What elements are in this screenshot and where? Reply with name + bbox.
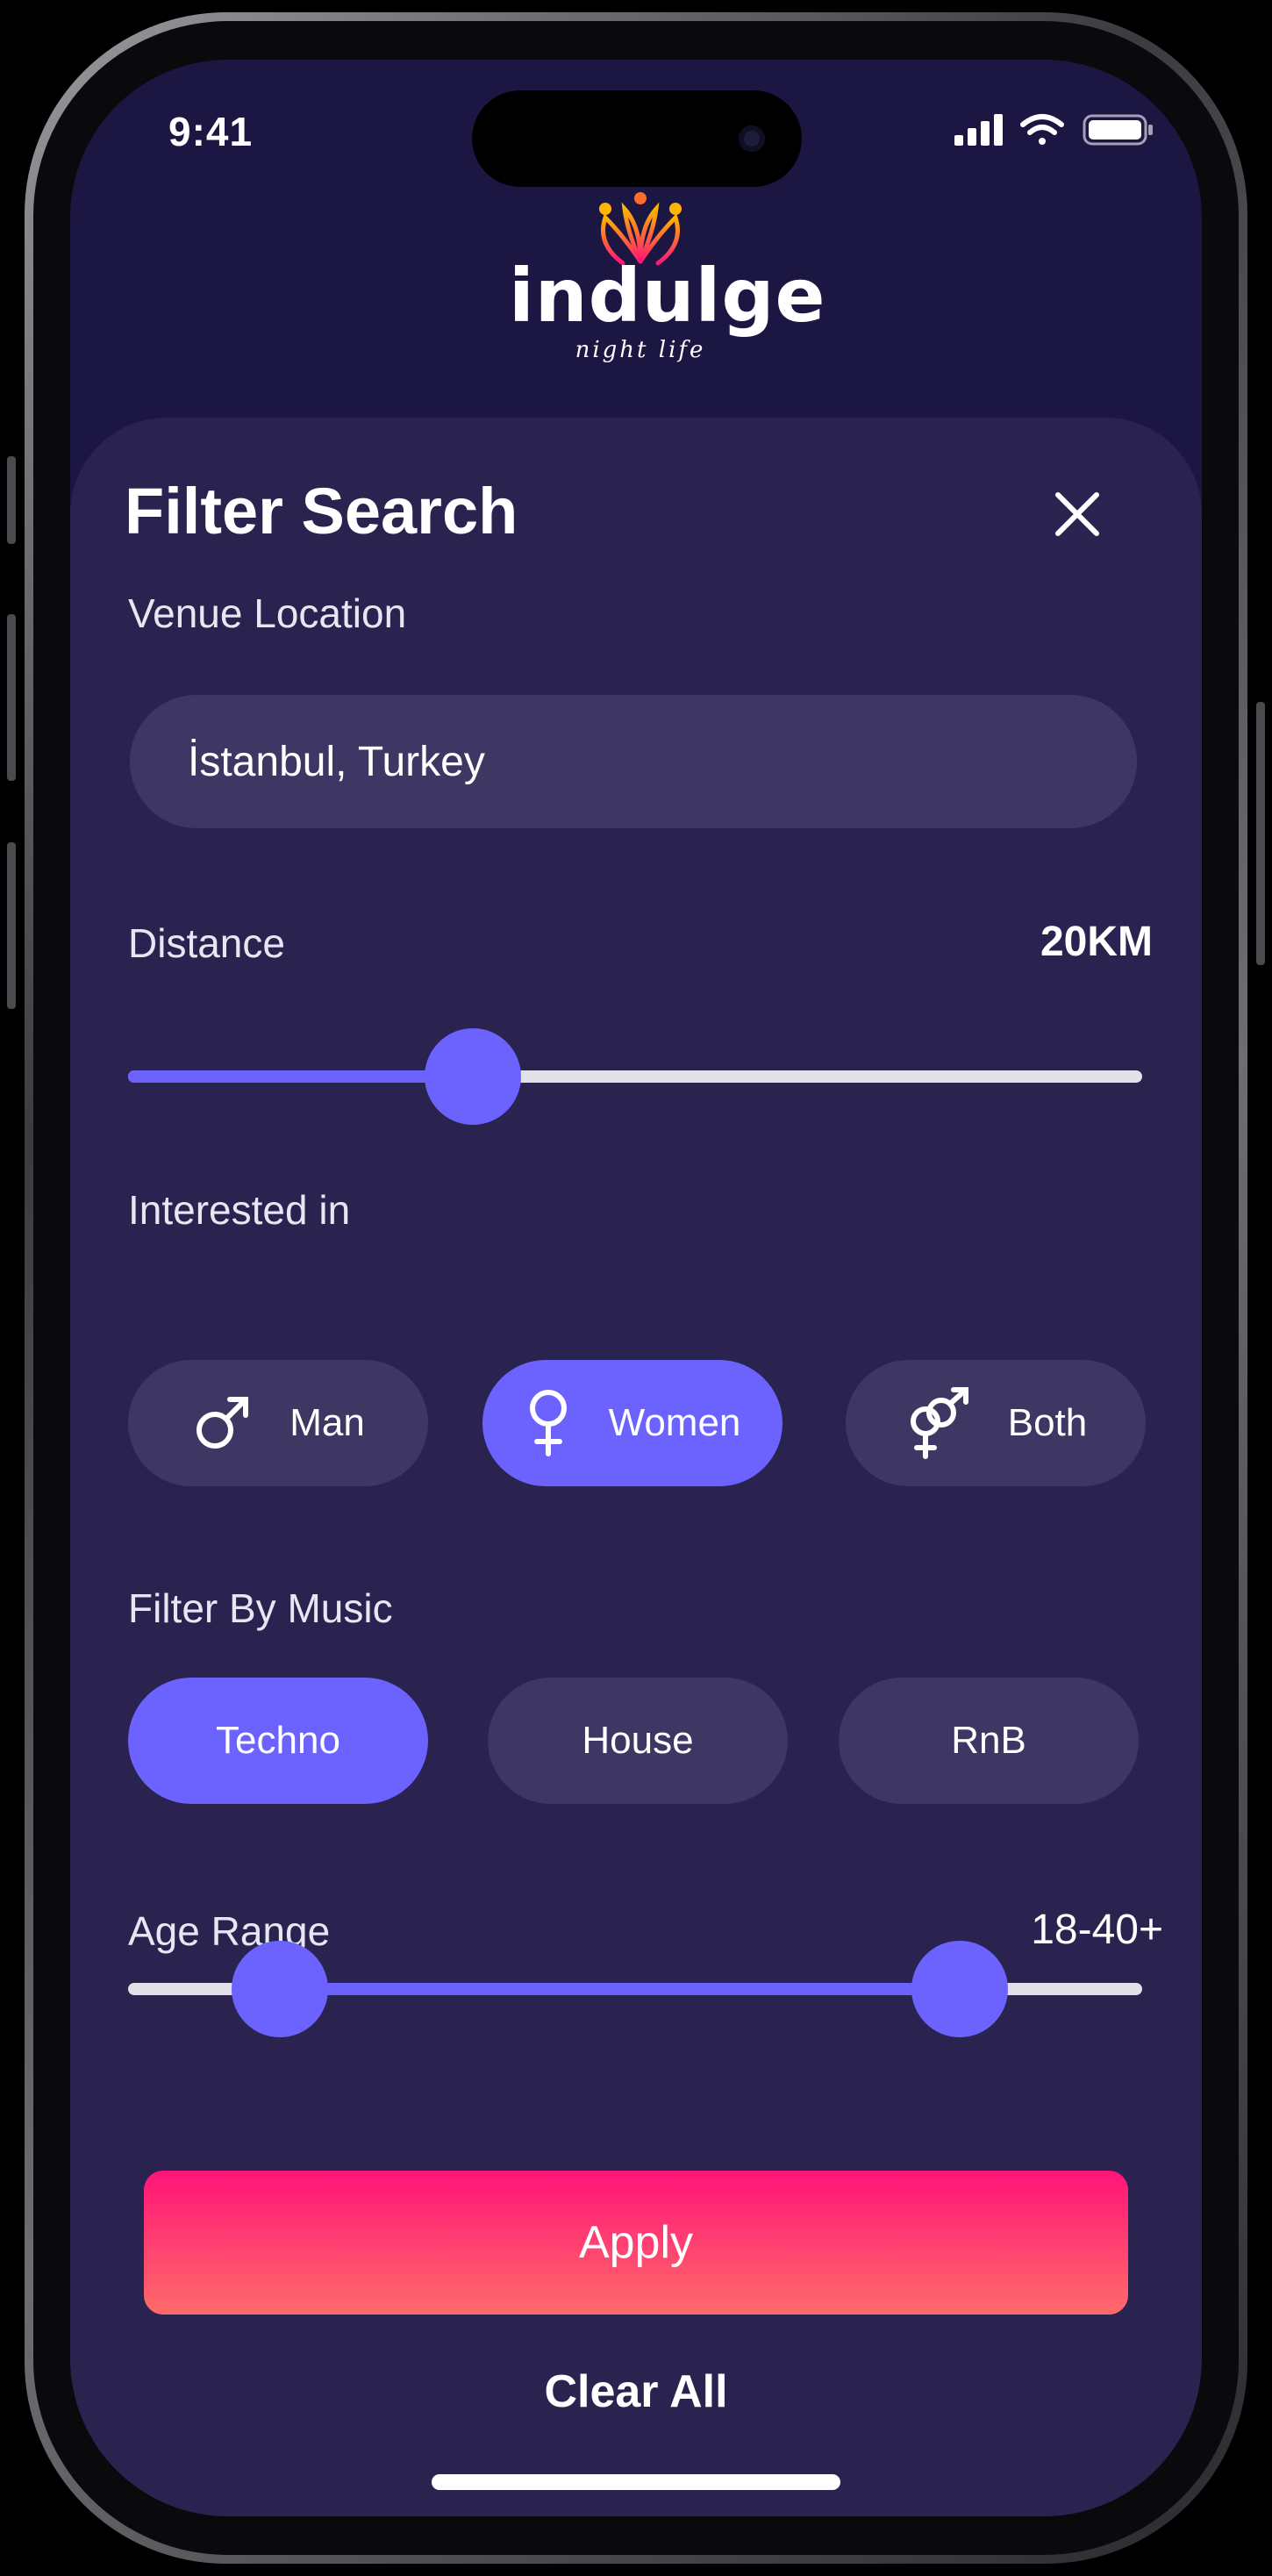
distance-value: 20KM <box>1040 919 1153 965</box>
age-min-thumb[interactable] <box>232 1941 329 2037</box>
battery-icon <box>1083 114 1153 146</box>
interested-in-label: Interested in <box>128 1187 351 1233</box>
dynamic-island <box>472 90 802 187</box>
cellular-signal-icon <box>954 114 1003 146</box>
venue-location-input[interactable] <box>130 695 1137 828</box>
music-option-techno[interactable]: Techno <box>128 1678 428 1804</box>
status-bar: 9:41 <box>70 60 1202 200</box>
power-button <box>1256 702 1265 965</box>
both-genders-icon <box>904 1386 990 1460</box>
interest-option-both[interactable]: Both <box>846 1360 1146 1486</box>
distance-fill <box>128 1070 474 1083</box>
filter-sheet: Filter Search Venue Location Distance 20… <box>70 418 1202 2516</box>
front-camera <box>739 125 765 152</box>
music-option-rnb[interactable]: RnB <box>839 1678 1139 1804</box>
volume-up-button <box>7 614 16 781</box>
female-icon <box>529 1390 567 1456</box>
home-indicator <box>432 2474 840 2490</box>
age-range-slider[interactable] <box>128 1941 1142 2037</box>
distance-slider[interactable] <box>128 1028 1142 1125</box>
both-genders-icon <box>910 1387 968 1459</box>
brand-logo: indulge night life <box>509 191 826 363</box>
action-button <box>7 456 16 544</box>
male-icon <box>197 1397 249 1449</box>
music-option-label: RnB <box>951 1719 1026 1762</box>
wifi-icon <box>1020 114 1064 145</box>
venue-location-label: Venue Location <box>128 590 407 636</box>
distance-thumb[interactable] <box>425 1028 522 1125</box>
screen: 9:41 indulge night life Filter Search Ve… <box>70 60 1202 2516</box>
music-option-house[interactable]: House <box>488 1678 788 1804</box>
distance-label: Distance <box>128 920 285 966</box>
interest-option-women[interactable]: Women <box>482 1360 782 1486</box>
brand-tagline: night life <box>575 337 706 363</box>
filter-by-music-label: Filter By Music <box>128 1585 393 1631</box>
age-max-thumb[interactable] <box>911 1941 1008 2037</box>
music-option-label: House <box>582 1719 694 1762</box>
interest-option-label: Women <box>608 1401 741 1444</box>
interest-option-man[interactable]: Man <box>128 1360 428 1486</box>
sheet-title: Filter Search <box>125 475 518 547</box>
age-fill <box>280 1983 960 1995</box>
volume-down-button <box>7 842 16 1009</box>
brand-name: indulge <box>509 253 826 339</box>
close-icon <box>1055 492 1099 536</box>
interest-option-label: Man <box>289 1401 365 1444</box>
interest-option-label: Both <box>1007 1401 1088 1444</box>
close-button[interactable] <box>1049 486 1105 542</box>
clear-all-button[interactable]: Clear All <box>70 2365 1202 2418</box>
apply-button[interactable]: Apply <box>144 2171 1128 2315</box>
status-icons <box>954 114 1153 146</box>
music-option-label: Techno <box>216 1719 340 1762</box>
male-icon <box>191 1392 272 1454</box>
status-time: 9:41 <box>168 109 254 154</box>
female-icon <box>525 1389 591 1457</box>
